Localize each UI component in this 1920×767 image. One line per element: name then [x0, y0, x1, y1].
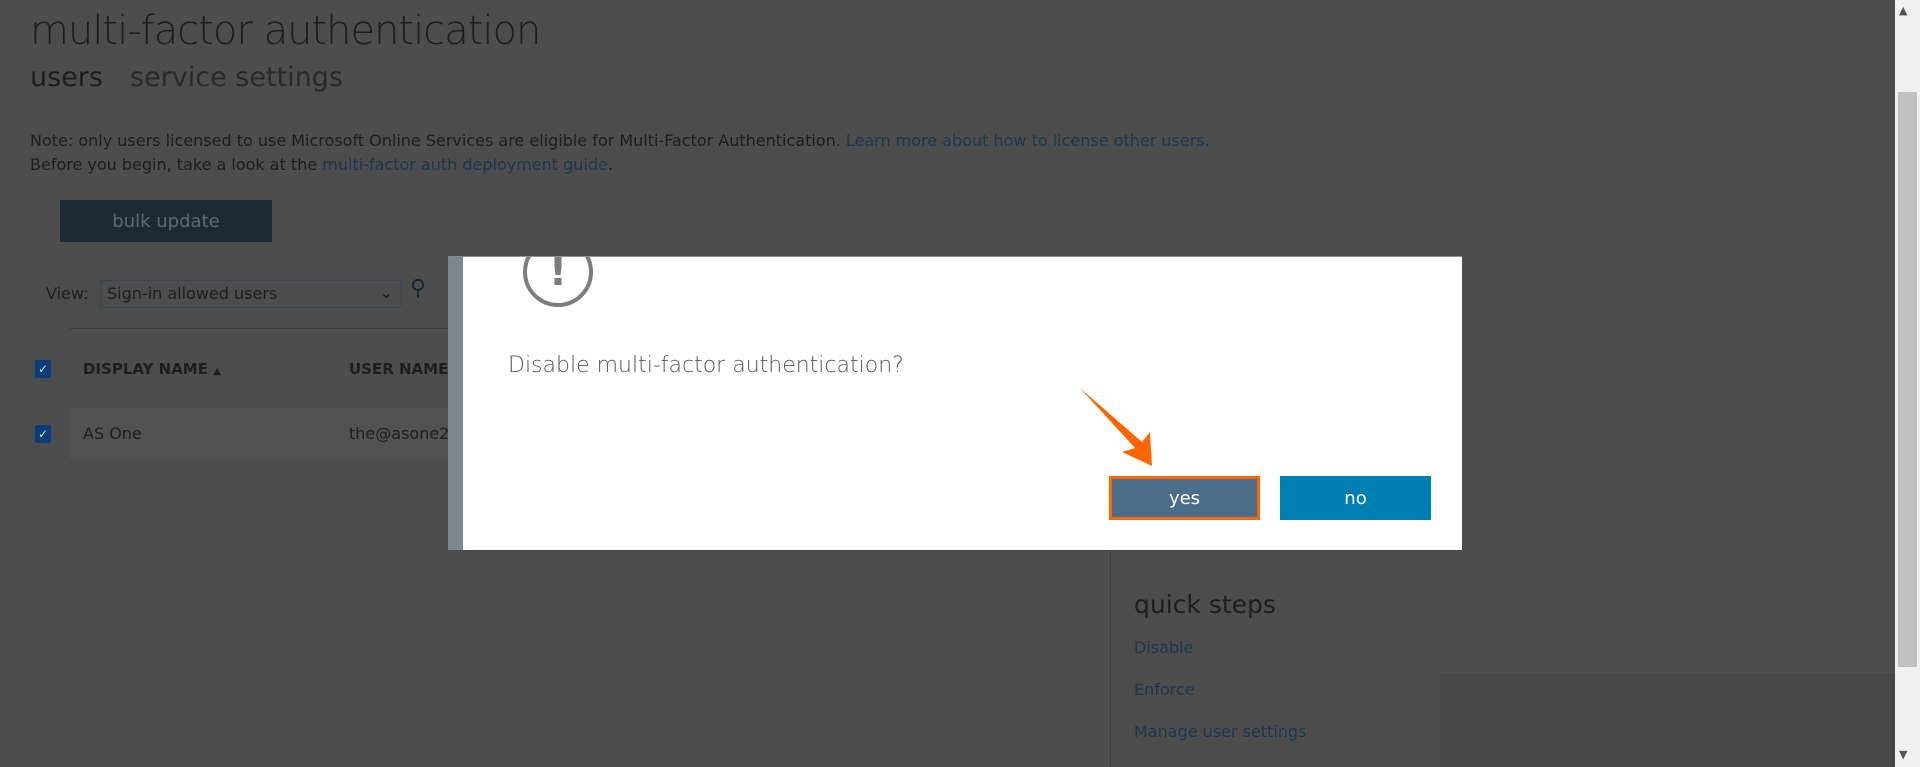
exclamation-circle-icon: ! — [523, 257, 593, 307]
quick-step-manage-user-settings[interactable]: Manage user settings — [1134, 722, 1306, 741]
license-link[interactable]: Learn more about how to license other us… — [846, 131, 1210, 150]
sort-ascending-icon: ▲ — [213, 366, 221, 377]
view-select[interactable]: Sign-in allowed users ⌄ — [100, 280, 402, 308]
header-user-name[interactable]: USER NAME — [349, 360, 448, 378]
search-icon[interactable]: ⚲ — [410, 276, 426, 301]
yes-button[interactable]: yes — [1109, 476, 1260, 520]
quick-step-enforce[interactable]: Enforce — [1134, 680, 1195, 699]
scroll-up-icon[interactable]: ▲ — [1899, 4, 1907, 17]
dialog-question: Disable multi-factor authentication? — [508, 353, 904, 378]
deployment-note: Before you begin, take a look at the mul… — [30, 155, 613, 174]
overlay-region — [1440, 673, 1895, 767]
license-note: Note: only users licensed to use Microso… — [30, 131, 1210, 150]
page-title: multi-factor authentication — [30, 8, 541, 54]
cell-display-name: AS One — [83, 424, 142, 443]
note-text: . — [607, 155, 613, 174]
note-text: Before you begin, take a look at the — [30, 155, 323, 174]
annotation-arrow-icon — [1080, 388, 1152, 466]
scroll-down-icon[interactable]: ▼ — [1899, 748, 1907, 761]
row-checkbox[interactable]: ✓ — [35, 425, 51, 443]
deployment-guide-link[interactable]: multi-factor auth deployment guide — [322, 155, 608, 174]
quick-steps-title: quick steps — [1134, 590, 1276, 619]
note-text: Note: only users licensed to use Microso… — [30, 131, 846, 150]
no-button[interactable]: no — [1280, 476, 1431, 520]
header-display-name[interactable]: DISPLAY NAME ▲ — [83, 360, 221, 378]
confirm-dialog: ! Disable multi-factor authentication? y… — [448, 256, 1462, 550]
tab-users[interactable]: users — [30, 62, 103, 93]
bulk-update-button[interactable]: bulk update — [60, 200, 272, 242]
header-label: DISPLAY NAME — [83, 360, 208, 378]
view-select-value: Sign-in allowed users — [107, 284, 278, 303]
panel-divider — [1110, 550, 1111, 767]
quick-step-disable[interactable]: Disable — [1134, 638, 1193, 657]
tab-service-settings[interactable]: service settings — [130, 62, 343, 93]
divider — [70, 328, 450, 329]
chevron-down-icon: ⌄ — [379, 283, 393, 302]
select-all-checkbox[interactable]: ✓ — [35, 360, 51, 378]
view-label: View: — [46, 284, 89, 303]
cell-user-name: the@asone2 — [349, 424, 450, 443]
scrollbar-thumb[interactable] — [1898, 92, 1917, 667]
